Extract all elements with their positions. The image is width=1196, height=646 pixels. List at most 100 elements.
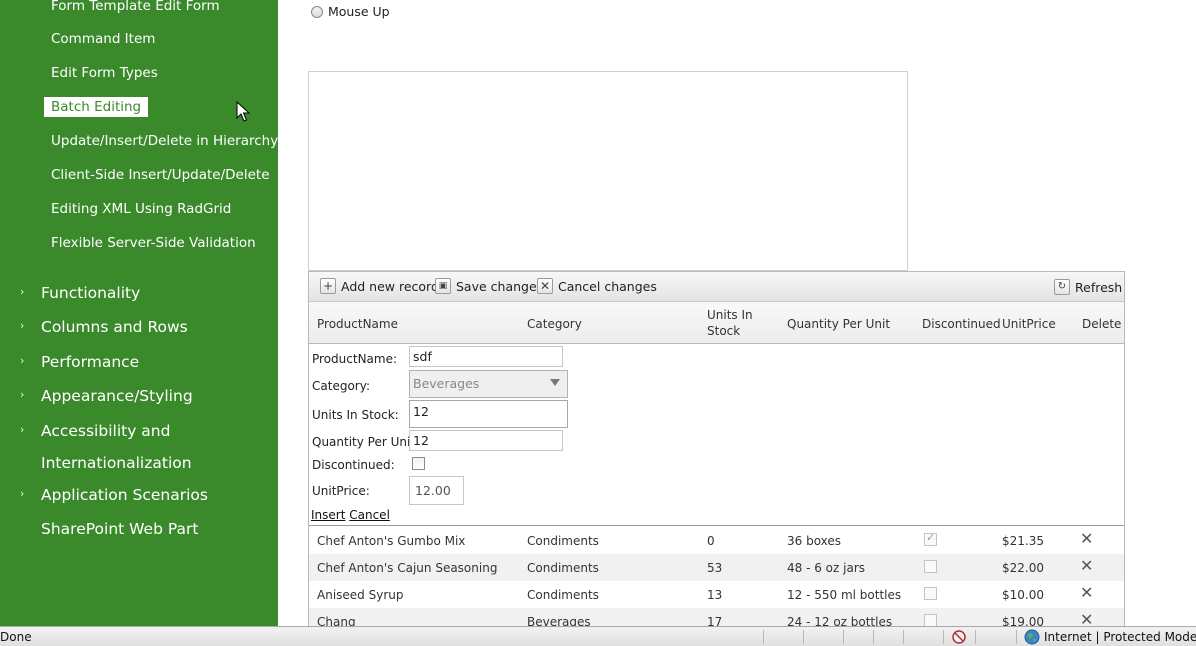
quantity-per-unit-input[interactable]: 12: [409, 430, 563, 451]
form-separator: [309, 525, 1124, 526]
chevron-right-icon[interactable]: ›: [20, 423, 24, 437]
cell-units: 53: [707, 561, 723, 575]
chevron-right-icon[interactable]: ›: [20, 319, 24, 333]
refresh-button[interactable]: ↻ Refresh: [1054, 279, 1122, 295]
unit-price-input[interactable]: 12.00: [409, 476, 464, 505]
cell-product: Aniseed Syrup: [317, 588, 404, 602]
chevron-right-icon[interactable]: ›: [20, 388, 24, 402]
refresh-icon: ↻: [1054, 279, 1070, 295]
nav-section-accessibility[interactable]: Accessibility and: [41, 421, 170, 441]
globe-icon: [1024, 629, 1040, 645]
nav-section-functionality[interactable]: Functionality: [41, 283, 140, 303]
status-divider: [873, 630, 874, 644]
category-dropdown[interactable]: Beverages: [409, 370, 568, 398]
discontinued-checkbox-row: [924, 531, 937, 546]
delete-icon[interactable]: ✕: [1080, 529, 1093, 548]
nav-section-accessibility-line2[interactable]: Internationalization: [41, 453, 192, 473]
units-in-stock-input[interactable]: 12: [409, 400, 568, 428]
insert-form: ProductName: sdf Category: Beverages Uni…: [309, 344, 1124, 526]
chevron-right-icon[interactable]: ›: [20, 487, 24, 501]
nav-item-command-item[interactable]: Command Item: [51, 30, 155, 48]
rad-grid: + Add new record ▣ Save changes ✕ Cancel…: [308, 271, 1125, 631]
nav-item-edit-form-types[interactable]: Edit Form Types: [51, 64, 158, 82]
delete-icon[interactable]: ✕: [1080, 556, 1093, 575]
table-row[interactable]: Chef Anton's Gumbo Mix Condiments 0 36 b…: [309, 527, 1124, 554]
nav-section-sharepoint-web-part[interactable]: SharePoint Web Part: [41, 519, 198, 539]
sidebar-nav: Form Template Edit Form Command Item Edi…: [0, 0, 278, 626]
product-name-label: ProductName:: [312, 352, 398, 366]
nav-section-performance[interactable]: Performance: [41, 352, 139, 372]
cell-price: $22.00: [1002, 561, 1044, 575]
table-row[interactable]: Aniseed Syrup Condiments 13 12 - 550 ml …: [309, 581, 1124, 608]
delete-icon[interactable]: ✕: [1080, 583, 1093, 602]
cell-price: $10.00: [1002, 588, 1044, 602]
mouse-up-label: Mouse Up: [328, 4, 390, 19]
save-changes-button[interactable]: ▣ Save changes: [435, 278, 543, 294]
status-divider: [975, 630, 976, 644]
nav-item-client-side-insert-update-delete[interactable]: Client-Side Insert/Update/Delete: [51, 166, 270, 184]
command-bar: + Add new record ▣ Save changes ✕ Cancel…: [309, 272, 1124, 302]
cell-product: Chef Anton's Gumbo Mix: [317, 534, 466, 548]
cell-units: 13: [707, 588, 723, 602]
col-header-units-line1: Units In: [707, 308, 753, 322]
col-header-units[interactable]: Units In Stock: [707, 307, 753, 339]
close-icon: ✕: [537, 278, 553, 294]
popup-blocked-icon[interactable]: [952, 630, 968, 644]
col-header-discontinued[interactable]: Discontinued: [922, 316, 1001, 332]
nav-section-appearance-styling[interactable]: Appearance/Styling: [41, 386, 193, 406]
status-divider: [843, 630, 844, 644]
quantity-per-unit-label: Quantity Per Unit:: [312, 435, 420, 449]
status-divider: [763, 630, 764, 644]
security-zone-text[interactable]: Internet | Protected Mode: O: [1044, 630, 1196, 644]
insert-link[interactable]: Insert: [311, 508, 345, 522]
cell-qty: 36 boxes: [787, 534, 842, 548]
product-name-input[interactable]: sdf: [409, 346, 563, 367]
cancel-link[interactable]: Cancel: [349, 508, 390, 522]
add-new-record-button[interactable]: + Add new record: [320, 278, 439, 294]
unit-price-label: UnitPrice:: [312, 484, 370, 498]
chevron-right-icon[interactable]: ›: [20, 285, 24, 299]
save-changes-label: Save changes: [456, 278, 544, 294]
nav-section-application-scenarios[interactable]: Application Scenarios: [41, 485, 208, 505]
add-new-record-label: Add new record: [341, 278, 439, 294]
nav-item-update-insert-delete-hierarchy[interactable]: Update/Insert/Delete in Hierarchy: [51, 132, 278, 150]
nav-item-flexible-server-side-validation[interactable]: Flexible Server-Side Validation: [51, 234, 256, 252]
grid-header: ProductName Category Units In Stock Quan…: [309, 302, 1124, 344]
col-header-category[interactable]: Category: [527, 316, 582, 332]
units-in-stock-label: Units In Stock:: [312, 408, 399, 422]
col-header-delete: Delete: [1082, 317, 1122, 331]
col-header-price[interactable]: UnitPrice: [1002, 316, 1056, 332]
refresh-label: Refresh: [1075, 279, 1123, 295]
nav-item-form-template-edit-form[interactable]: Form Template Edit Form: [51, 0, 220, 15]
mouse-pointer-icon: [236, 101, 250, 122]
mouse-up-radio[interactable]: [311, 5, 323, 18]
col-header-product[interactable]: ProductName: [317, 316, 398, 332]
cell-units: 0: [707, 534, 715, 548]
nav-item-batch-editing[interactable]: Batch Editing: [44, 97, 149, 117]
nav-item-editing-xml[interactable]: Editing XML Using RadGrid: [51, 200, 231, 218]
chevron-down-icon: [550, 379, 560, 386]
status-divider: [943, 630, 944, 644]
chevron-right-icon[interactable]: ›: [20, 354, 24, 368]
cell-category: Condiments: [527, 561, 599, 575]
cancel-changes-label: Cancel changes: [558, 278, 657, 294]
col-header-units-line2: Stock: [707, 324, 741, 338]
col-header-qty[interactable]: Quantity Per Unit: [787, 316, 890, 332]
discontinued-checkbox[interactable]: [412, 457, 425, 470]
category-selected-value: Beverages: [413, 376, 480, 391]
status-bar: Done Internet | Protected Mode: O: [0, 626, 1196, 646]
status-divider: [903, 630, 904, 644]
cell-category: Condiments: [527, 588, 599, 602]
cell-price: $21.35: [1002, 534, 1044, 548]
nav-section-columns-and-rows[interactable]: Columns and Rows: [41, 317, 188, 337]
status-divider: [803, 630, 804, 644]
cancel-changes-button[interactable]: ✕ Cancel changes: [537, 278, 657, 294]
mouse-up-option[interactable]: Mouse Up: [311, 4, 390, 19]
status-text: Done: [0, 630, 32, 644]
cell-product: Chef Anton's Cajun Seasoning: [317, 561, 498, 575]
discontinued-label: Discontinued:: [312, 458, 395, 472]
table-row[interactable]: Chef Anton's Cajun Seasoning Condiments …: [309, 554, 1124, 581]
cell-category: Condiments: [527, 534, 599, 548]
cell-qty: 12 - 550 ml bottles: [787, 588, 902, 602]
category-label: Category:: [312, 379, 370, 393]
